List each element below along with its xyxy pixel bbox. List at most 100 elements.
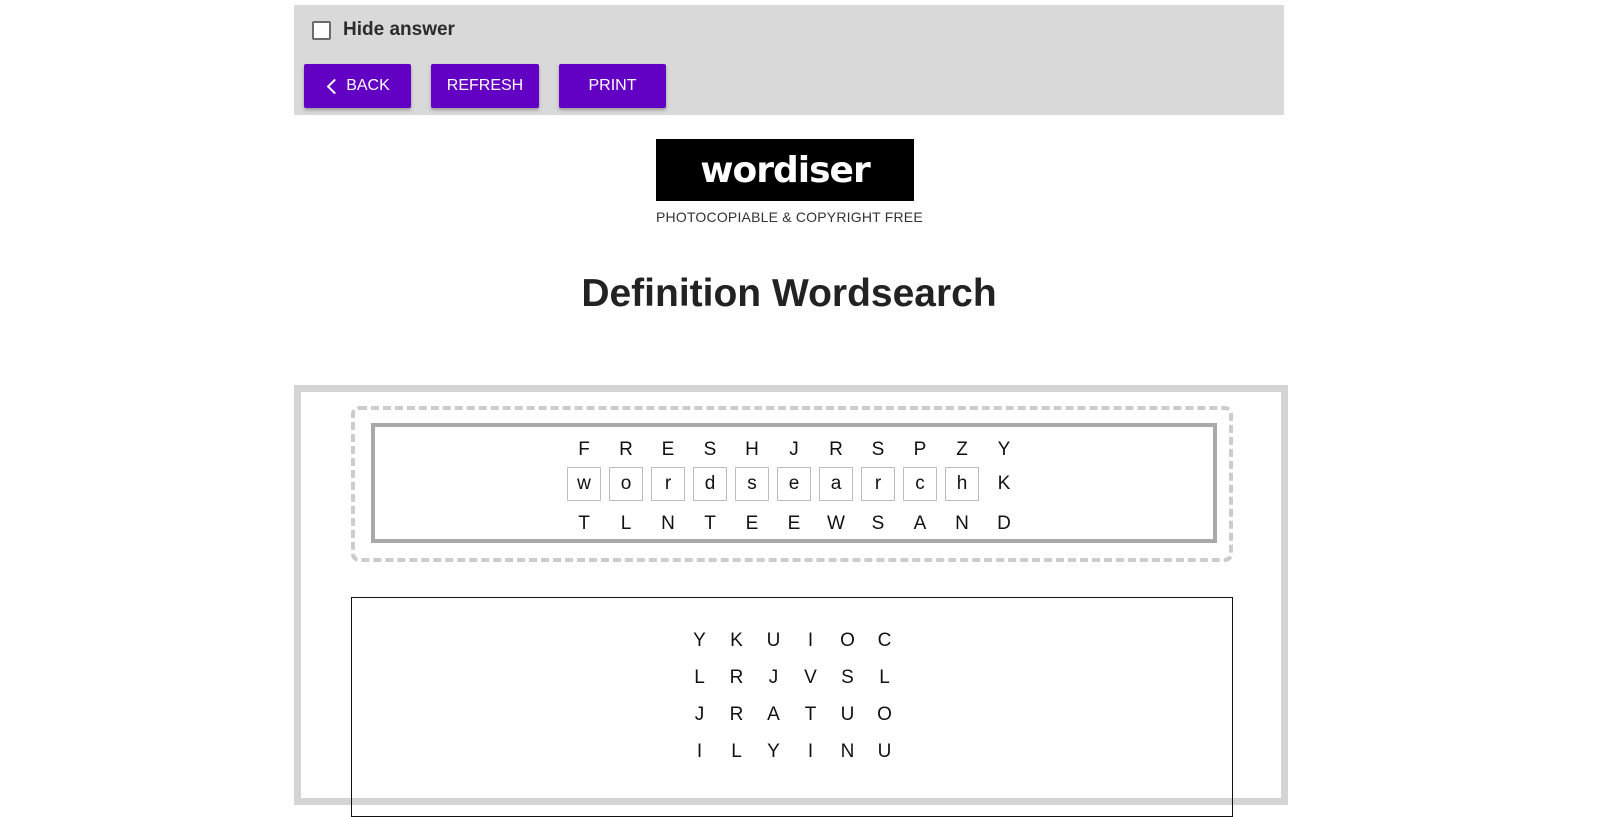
example-letter: W <box>815 509 857 539</box>
back-button[interactable]: BACK <box>304 64 411 108</box>
grid-letter[interactable]: K <box>718 626 755 656</box>
example-panel: FRESHJRSPZYwordsearchKTLNTEEWSAND <box>351 406 1233 562</box>
highlighted-letter: e <box>777 467 811 501</box>
letter: F <box>578 439 590 460</box>
print-button-label: PRINT <box>588 77 637 94</box>
highlighted-letter: h <box>945 467 979 501</box>
letter: R <box>619 439 633 460</box>
example-letter: E <box>773 509 815 539</box>
wordiser-logo: wordiser <box>656 139 914 201</box>
grid-letter[interactable]: L <box>866 663 903 693</box>
example-letter: H <box>731 435 773 465</box>
logo-tagline: PHOTOCOPIABLE & COPYRIGHT FREE <box>656 209 923 225</box>
highlighted-letter: d <box>693 467 727 501</box>
highlighted-letter: r <box>651 467 685 501</box>
grid-letter[interactable]: V <box>792 663 829 693</box>
hide-answer-checkbox[interactable] <box>312 20 331 40</box>
example-letter: R <box>605 435 647 465</box>
example-letter: c <box>899 464 941 504</box>
example-letter: E <box>647 435 689 465</box>
example-letter: R <box>815 435 857 465</box>
letter: A <box>913 513 927 534</box>
grid-row: ILYINU <box>352 737 1232 767</box>
letter: E <box>661 439 675 460</box>
grid-letter[interactable]: J <box>681 700 718 730</box>
hide-answer-toggle[interactable]: Hide answer <box>312 19 455 41</box>
page-title: Definition Wordsearch <box>581 272 997 315</box>
highlighted-letter: a <box>819 467 853 501</box>
example-letter: e <box>773 464 815 504</box>
grid-letter[interactable]: R <box>718 663 755 693</box>
letter: E <box>745 513 759 534</box>
letter: S <box>871 513 885 534</box>
example-letter: L <box>605 509 647 539</box>
letter: S <box>703 439 717 460</box>
highlighted-letter: r <box>861 467 895 501</box>
grid-letter[interactable]: U <box>829 700 866 730</box>
grid-letter[interactable]: I <box>792 626 829 656</box>
highlighted-letter: s <box>735 467 769 501</box>
example-letter: r <box>857 464 899 504</box>
hide-answer-label[interactable]: Hide answer <box>343 19 455 41</box>
example-letter: w <box>563 464 605 504</box>
example-row: TLNTEEWSAND <box>375 509 1213 539</box>
example-letter: N <box>647 509 689 539</box>
example-letter: Z <box>941 435 983 465</box>
example-letter: s <box>731 464 773 504</box>
example-letter: J <box>773 435 815 465</box>
example-letter: S <box>857 435 899 465</box>
highlighted-letter: o <box>609 467 643 501</box>
grid-letter[interactable]: I <box>792 737 829 767</box>
grid-letter[interactable]: U <box>866 737 903 767</box>
chevron-left-icon <box>326 78 343 95</box>
example-letter: a <box>815 464 857 504</box>
example-letter: E <box>731 509 773 539</box>
grid-row: LRJVSL <box>352 663 1232 693</box>
grid-letter[interactable]: S <box>829 663 866 693</box>
example-letter: h <box>941 464 983 504</box>
grid-letter[interactable]: C <box>866 626 903 656</box>
example-row: FRESHJRSPZY <box>375 435 1213 465</box>
example-row: wordsearchK <box>375 464 1213 504</box>
print-button[interactable]: PRINT <box>559 64 666 108</box>
toolbar: Hide answer BACK REFRESH PRINT <box>294 5 1284 115</box>
grid-letter[interactable]: L <box>718 737 755 767</box>
refresh-button-label: REFRESH <box>446 77 524 94</box>
letter: P <box>913 439 927 460</box>
grid-letter[interactable]: O <box>829 626 866 656</box>
grid-letter[interactable]: J <box>755 663 792 693</box>
grid-letter[interactable]: A <box>755 700 792 730</box>
example-letter: S <box>689 435 731 465</box>
example-letter: S <box>857 509 899 539</box>
letter: H <box>745 439 759 460</box>
grid-letter[interactable]: R <box>718 700 755 730</box>
example-grid: FRESHJRSPZYwordsearchKTLNTEEWSAND <box>371 423 1217 543</box>
grid-letter[interactable]: I <box>681 737 718 767</box>
wordsearch-grid: YKUIOCLRJVSLJRATUOILYINU <box>351 597 1233 817</box>
letter: L <box>620 513 632 534</box>
grid-letter[interactable]: U <box>755 626 792 656</box>
letter: W <box>827 513 845 534</box>
grid-letter[interactable]: T <box>792 700 829 730</box>
example-letter: Y <box>983 435 1025 465</box>
letter: T <box>578 513 590 534</box>
grid-letter[interactable]: Y <box>681 626 718 656</box>
grid-letter[interactable]: L <box>681 663 718 693</box>
letter: Y <box>997 439 1011 460</box>
letter: E <box>787 513 801 534</box>
grid-letter[interactable]: O <box>866 700 903 730</box>
example-letter: K <box>983 464 1025 504</box>
example-letter: o <box>605 464 647 504</box>
letter: N <box>955 513 969 534</box>
grid-letter[interactable]: N <box>829 737 866 767</box>
worksheet-frame: FRESHJRSPZYwordsearchKTLNTEEWSAND YKUIOC… <box>294 385 1288 817</box>
example-letter: N <box>941 509 983 539</box>
example-letter: D <box>983 509 1025 539</box>
refresh-button[interactable]: REFRESH <box>431 64 539 108</box>
letter: J <box>789 439 799 460</box>
example-letter: T <box>689 509 731 539</box>
highlighted-letter: w <box>567 467 601 501</box>
grid-letter[interactable]: Y <box>755 737 792 767</box>
letter: N <box>661 513 675 534</box>
grid-row: YKUIOC <box>352 626 1232 656</box>
